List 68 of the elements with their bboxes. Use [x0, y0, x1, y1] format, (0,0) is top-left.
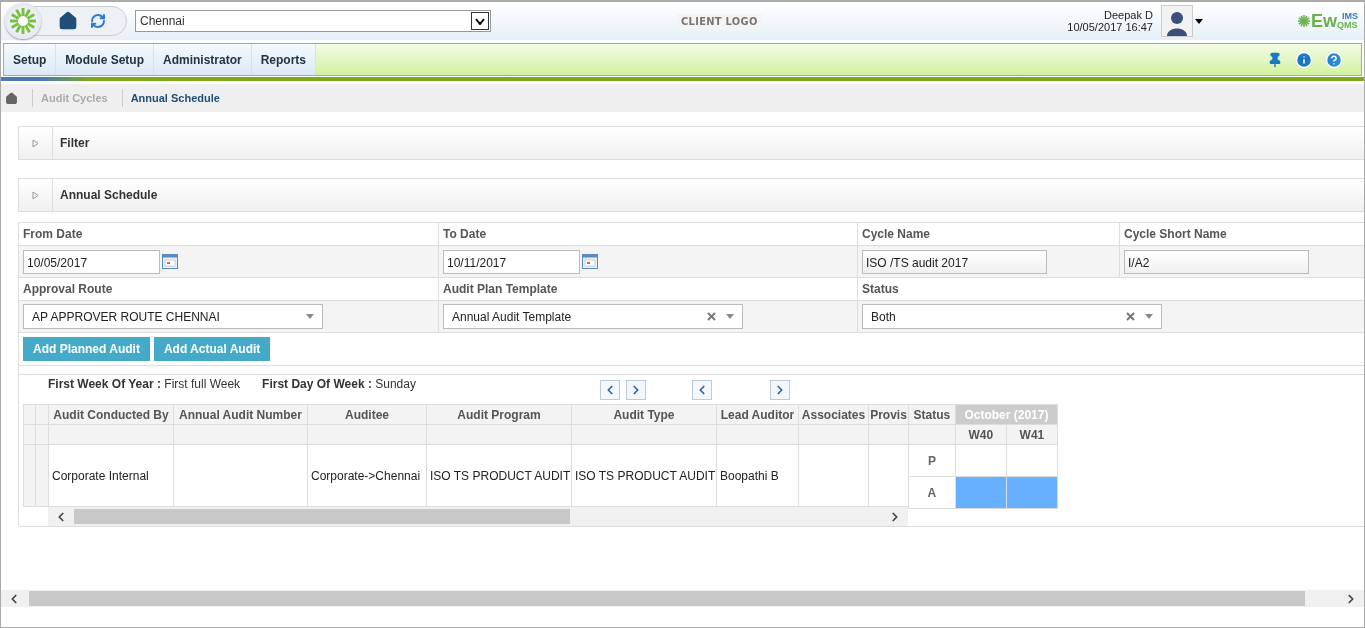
menu-item[interactable]: Administrator: [154, 44, 252, 75]
column-header[interactable]: Lead Auditor: [716, 404, 799, 425]
status-label: P: [927, 453, 936, 468]
table-cell: ISO TS PRODUCT AUDIT: [575, 468, 716, 483]
select-field[interactable]: AP APPROVER ROUTE CHENNAI: [23, 304, 323, 329]
dropdown-arrow-icon[interactable]: [1194, 18, 1203, 24]
help-icon[interactable]: [1325, 50, 1343, 69]
pin-icon[interactable]: [1267, 51, 1283, 68]
next-button[interactable]: [625, 380, 646, 400]
previous-button[interactable]: [599, 380, 620, 400]
client-logo: CLIENT LOGO: [681, 14, 758, 28]
week-cell[interactable]: [955, 444, 1007, 477]
table-cell: ISO TS PRODUCT AUDIT: [430, 468, 571, 483]
schedule-setting: First Week Of Year : First full Week: [48, 376, 241, 391]
refresh-icon[interactable]: [90, 13, 106, 29]
date-field[interactable]: 10/11/2017: [443, 249, 580, 274]
panel-title: Filter: [59, 136, 90, 150]
week-cell[interactable]: [1006, 444, 1058, 477]
schedule-setting: First Day Of Week : Sunday: [262, 376, 416, 391]
week-cell[interactable]: [1006, 476, 1058, 509]
sunburst-icon: [1296, 14, 1311, 28]
week-cell[interactable]: [955, 476, 1007, 509]
table-cell: Boopathi B: [720, 468, 779, 483]
column-header[interactable]: Provis: [868, 404, 909, 425]
column-header[interactable]: Audit Conducted By: [48, 404, 174, 425]
menu-item[interactable]: Setup: [4, 44, 57, 75]
column-header[interactable]: Annual Audit Number: [173, 404, 308, 425]
info-icon[interactable]: [1295, 50, 1313, 69]
table-cell: Corporate Internal: [52, 468, 149, 483]
text-field[interactable]: I/A2: [1124, 249, 1309, 274]
brand-logo-sub: QMS: [1337, 21, 1358, 30]
home-icon[interactable]: [58, 11, 78, 31]
panel-title: Annual Schedule: [59, 188, 158, 202]
next-button[interactable]: [769, 380, 790, 400]
select-field[interactable]: Both: [862, 304, 1162, 329]
menu-item[interactable]: Reports: [251, 44, 317, 75]
user-silhouette-icon: [1165, 10, 1188, 36]
brand-logo-sup: IMS: [1342, 12, 1358, 21]
calendar-icon[interactable]: [162, 254, 178, 269]
scrollbar-thumb[interactable]: [29, 591, 1305, 606]
user-avatar[interactable]: [1160, 5, 1193, 37]
user-name: Deepak D: [1104, 9, 1153, 21]
clear-icon[interactable]: [707, 312, 716, 321]
login-datetime: 10/05/2017 16:47: [1067, 21, 1153, 33]
text-field[interactable]: ISO /TS audit 2017: [862, 249, 1047, 274]
date-field[interactable]: 10/05/2017: [23, 249, 160, 274]
panel-header[interactable]: Filter: [18, 126, 1364, 160]
column-header[interactable]: Associates: [798, 404, 869, 425]
expand-icon[interactable]: [32, 190, 39, 200]
table-cell: Corporate->Chennai: [311, 468, 421, 483]
home-icon[interactable]: [5, 91, 18, 105]
column-header[interactable]: Auditee: [307, 404, 427, 425]
status-label: A: [927, 485, 937, 500]
column-header: Status: [908, 404, 956, 425]
expand-icon[interactable]: [32, 138, 39, 148]
scrollbar-thumb[interactable]: [74, 509, 570, 524]
clear-icon[interactable]: [1126, 312, 1135, 321]
panel-header[interactable]: Annual Schedule: [18, 178, 1364, 212]
location-select[interactable]: Chennai: [135, 10, 491, 32]
breadcrumb-link[interactable]: Annual Schedule: [130, 92, 220, 104]
calendar-icon[interactable]: [582, 254, 598, 269]
sunburst-logo-icon[interactable]: [9, 7, 37, 35]
brand-logo: Ew: [1310, 10, 1337, 32]
column-header[interactable]: Audit Type: [571, 404, 717, 425]
previous-button[interactable]: [691, 380, 712, 400]
menu-item[interactable]: Module Setup: [56, 44, 154, 75]
column-header[interactable]: Audit Program: [426, 404, 572, 425]
select-field[interactable]: Annual Audit Template: [443, 304, 743, 329]
